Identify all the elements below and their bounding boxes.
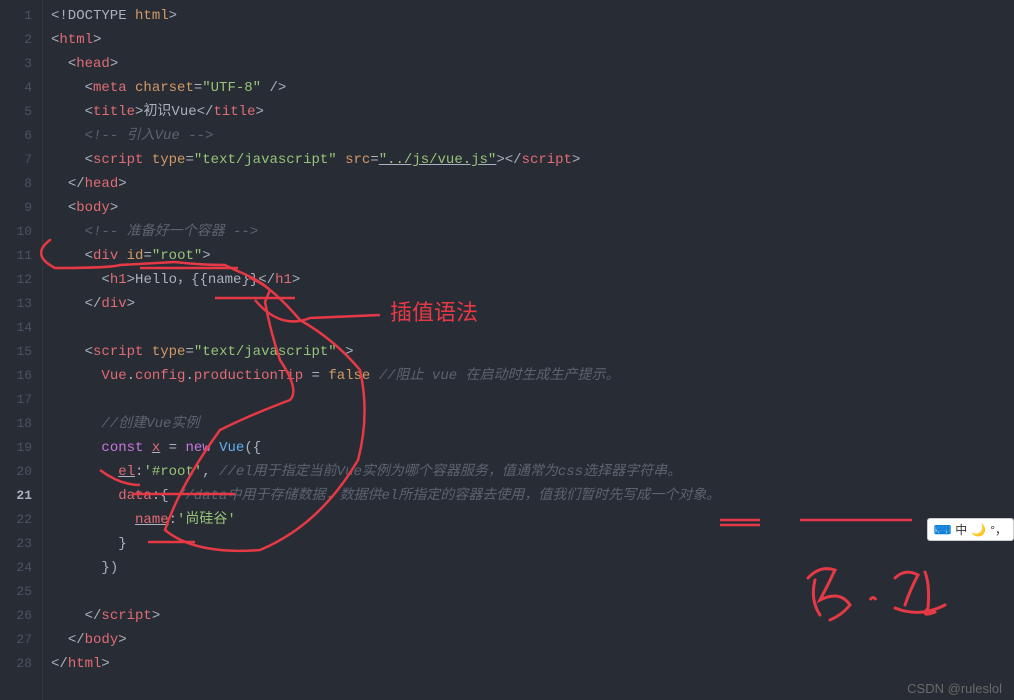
line-number[interactable]: 26 bbox=[0, 604, 32, 628]
code-line[interactable]: <script type="text/javascript" src="../j… bbox=[51, 148, 1014, 172]
line-number[interactable]: 18 bbox=[0, 412, 32, 436]
line-number[interactable]: 15 bbox=[0, 340, 32, 364]
line-number[interactable]: 12 bbox=[0, 268, 32, 292]
code-line[interactable]: el:'#root', //el用于指定当前Vue实例为哪个容器服务，值通常为c… bbox=[51, 460, 1014, 484]
line-number[interactable]: 2 bbox=[0, 28, 32, 52]
code-line[interactable] bbox=[51, 388, 1014, 412]
line-number[interactable]: 22 bbox=[0, 508, 32, 532]
line-number[interactable]: 14 bbox=[0, 316, 32, 340]
code-editor: 1 2 3 4 5 6 7 8 9 10 11 12 13 14 15 16 1… bbox=[0, 0, 1014, 700]
line-number-gutter: 1 2 3 4 5 6 7 8 9 10 11 12 13 14 15 16 1… bbox=[0, 0, 42, 700]
line-number[interactable]: 13 bbox=[0, 292, 32, 316]
code-content[interactable]: <!DOCTYPE html> <html> <head> <meta char… bbox=[42, 0, 1014, 700]
code-line[interactable]: </html> bbox=[51, 652, 1014, 676]
line-number[interactable]: 17 bbox=[0, 388, 32, 412]
code-line[interactable]: </body> bbox=[51, 628, 1014, 652]
code-line[interactable] bbox=[51, 316, 1014, 340]
line-number[interactable]: 1 bbox=[0, 4, 32, 28]
line-number-active[interactable]: 21 bbox=[0, 484, 32, 508]
watermark-text: CSDN @ruleslol bbox=[907, 681, 1002, 696]
line-number[interactable]: 27 bbox=[0, 628, 32, 652]
code-line[interactable]: } bbox=[51, 532, 1014, 556]
code-line[interactable]: <meta charset="UTF-8" /> bbox=[51, 76, 1014, 100]
line-number[interactable]: 6 bbox=[0, 124, 32, 148]
annotation-label: 插值语法 bbox=[390, 295, 478, 327]
ime-extra: °， bbox=[990, 521, 1007, 538]
code-line[interactable]: </div> bbox=[51, 292, 1014, 316]
line-number[interactable]: 23 bbox=[0, 532, 32, 556]
code-line[interactable]: <!DOCTYPE html> bbox=[51, 4, 1014, 28]
line-number[interactable]: 4 bbox=[0, 76, 32, 100]
line-number[interactable]: 5 bbox=[0, 100, 32, 124]
code-line[interactable]: name:'尚硅谷' bbox=[51, 508, 1014, 532]
code-line[interactable]: data:{ //data中用于存储数据，数据供el所指定的容器去使用，值我们暂… bbox=[51, 484, 1014, 508]
code-line[interactable]: Vue.config.productionTip = false //阻止 vu… bbox=[51, 364, 1014, 388]
code-line[interactable]: <head> bbox=[51, 52, 1014, 76]
code-line[interactable]: </script> bbox=[51, 604, 1014, 628]
code-line[interactable] bbox=[51, 580, 1014, 604]
code-line[interactable]: <title>初识Vue</title> bbox=[51, 100, 1014, 124]
code-line[interactable]: <!-- 准备好一个容器 --> bbox=[51, 220, 1014, 244]
line-number[interactable]: 16 bbox=[0, 364, 32, 388]
line-number[interactable]: 19 bbox=[0, 436, 32, 460]
ime-icon: ⌨ bbox=[934, 523, 951, 537]
line-number[interactable]: 8 bbox=[0, 172, 32, 196]
code-line[interactable]: //创建Vue实例 bbox=[51, 412, 1014, 436]
code-line[interactable]: <html> bbox=[51, 28, 1014, 52]
line-number[interactable]: 24 bbox=[0, 556, 32, 580]
line-number[interactable]: 28 bbox=[0, 652, 32, 676]
line-number[interactable]: 9 bbox=[0, 196, 32, 220]
line-number[interactable]: 25 bbox=[0, 580, 32, 604]
code-line[interactable]: const x = new Vue({ bbox=[51, 436, 1014, 460]
line-number[interactable]: 20 bbox=[0, 460, 32, 484]
code-line[interactable]: }) bbox=[51, 556, 1014, 580]
ime-mode: 中 bbox=[955, 521, 967, 538]
code-line[interactable]: <body> bbox=[51, 196, 1014, 220]
line-number[interactable]: 11 bbox=[0, 244, 32, 268]
moon-icon: 🌙 bbox=[971, 523, 986, 537]
code-line[interactable]: <div id="root"> bbox=[51, 244, 1014, 268]
code-line[interactable]: <!-- 引入Vue --> bbox=[51, 124, 1014, 148]
line-number[interactable]: 7 bbox=[0, 148, 32, 172]
code-line[interactable]: </head> bbox=[51, 172, 1014, 196]
line-number[interactable]: 3 bbox=[0, 52, 32, 76]
code-line[interactable]: <script type="text/javascript" > bbox=[51, 340, 1014, 364]
ime-indicator[interactable]: ⌨ 中 🌙 °， bbox=[927, 518, 1014, 541]
code-line[interactable]: <h1>Hello，{{name}}</h1> bbox=[51, 268, 1014, 292]
line-number[interactable]: 10 bbox=[0, 220, 32, 244]
